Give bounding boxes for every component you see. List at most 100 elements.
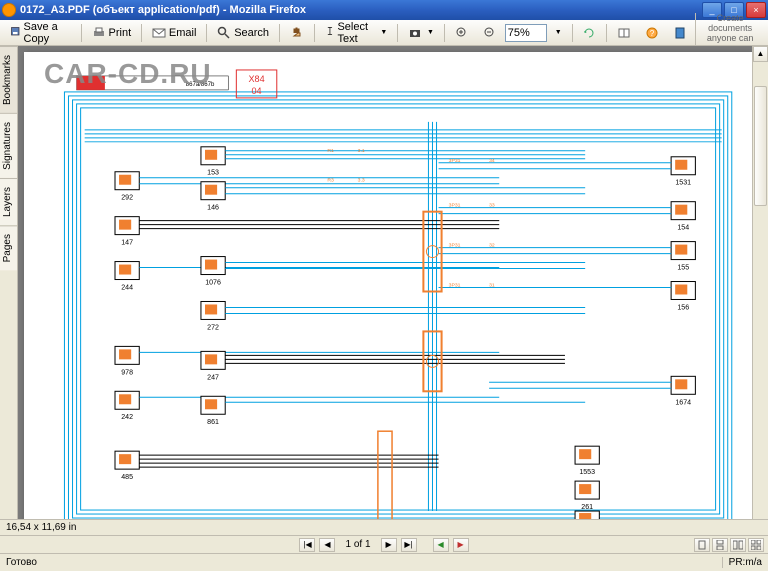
help-button[interactable]: ? (639, 23, 665, 43)
svg-text:156: 156 (677, 304, 689, 311)
dimension-bar: 16,54 x 11,69 in (0, 519, 768, 535)
continuous-facing-view-button[interactable] (748, 538, 764, 552)
scroll-up-button[interactable]: ▲ (753, 46, 768, 62)
snapshot-button[interactable]: ▼ (402, 23, 440, 43)
first-page-button[interactable]: |◀ (299, 538, 315, 552)
pages-tab[interactable]: Pages (0, 225, 17, 270)
single-page-view-button[interactable] (694, 538, 710, 552)
rotate-button[interactable] (576, 23, 602, 43)
email-button[interactable]: Email (146, 23, 203, 43)
main-area: Bookmarks Signatures Layers Pages CAR-CD… (0, 46, 768, 537)
window-title: 0172_A3.PDF (объект application/pdf) - M… (20, 4, 702, 16)
firefox-icon (2, 3, 16, 17)
select-text-button[interactable]: Select Text ▼ (319, 23, 394, 43)
svg-text:3P31: 3P31 (449, 243, 461, 249)
facing-view-button[interactable] (730, 538, 746, 552)
reading-mode-button[interactable] (611, 23, 637, 43)
search-button[interactable]: Search (211, 23, 275, 43)
separator (141, 24, 142, 42)
wiring-diagram: X84 04 867a/867b 153 292 146 147 244 107… (24, 52, 752, 531)
vertical-scrollbar: ▲ ▼ (752, 46, 768, 537)
header-box-line2: 04 (251, 86, 261, 96)
text-cursor-icon (325, 26, 335, 40)
help-icon: ? (645, 26, 659, 40)
hand-tool-button[interactable] (284, 23, 310, 43)
svg-text:146: 146 (207, 205, 219, 212)
prev-page-button[interactable]: ◀ (319, 538, 335, 552)
svg-text:153: 153 (207, 170, 219, 177)
header-box-line1: X84 (248, 74, 264, 84)
signatures-tab[interactable]: Signatures (0, 113, 17, 178)
svg-text:R1: R1 (327, 148, 334, 154)
page-dimensions: 16,54 x 11,69 in (6, 522, 76, 533)
zoom-dropdown-button[interactable]: ▼ (549, 23, 568, 43)
zoom-out-icon (483, 26, 497, 40)
svg-text:34: 34 (489, 158, 495, 164)
note-line1: Create documents (702, 13, 758, 33)
zoom-value-input[interactable] (505, 24, 547, 42)
select-text-label: Select Text (337, 21, 375, 45)
next-page-button[interactable]: ▶ (381, 538, 397, 552)
dropdown-icon: ▼ (555, 29, 562, 36)
side-tabs: Bookmarks Signatures Layers Pages (0, 46, 18, 537)
separator (206, 24, 207, 42)
document-area[interactable]: CAR-CD.RU (18, 46, 768, 537)
svg-text:242: 242 (121, 414, 133, 421)
hand-icon (290, 26, 304, 40)
ebook-button[interactable] (667, 23, 693, 43)
print-icon (92, 26, 106, 40)
separator (314, 24, 315, 42)
zoom-in-icon (455, 26, 469, 40)
svg-text:3.1: 3.1 (358, 148, 365, 154)
last-page-button[interactable]: ▶| (401, 538, 417, 552)
watermark: CAR-CD.RU (44, 58, 212, 90)
dropdown-icon: ▼ (380, 29, 387, 36)
layers-tab[interactable]: Layers (0, 178, 17, 225)
separator (572, 24, 573, 42)
navigation-bar: |◀ ◀ 1 of 1 ▶ ▶| ◀ ▶ (0, 535, 768, 553)
scroll-thumb[interactable] (754, 86, 767, 206)
svg-text:272: 272 (207, 324, 219, 331)
svg-text:33: 33 (489, 203, 495, 209)
separator (397, 24, 398, 42)
svg-text:247: 247 (207, 374, 219, 381)
svg-text:1553: 1553 (579, 469, 595, 476)
camera-icon (408, 26, 422, 40)
svg-text:31: 31 (489, 283, 495, 289)
zoom-out-button[interactable] (477, 23, 503, 43)
svg-text:3.3: 3.3 (358, 178, 365, 184)
zoom-in-button[interactable] (449, 23, 475, 43)
email-icon (152, 26, 166, 40)
save-copy-button[interactable]: Save a Copy (4, 23, 77, 43)
book-icon (617, 26, 631, 40)
svg-text:3P31: 3P31 (449, 203, 461, 209)
status-text: Готово (6, 557, 37, 568)
svg-text:292: 292 (121, 195, 133, 202)
svg-text:244: 244 (121, 285, 133, 292)
bookmarks-tab[interactable]: Bookmarks (0, 46, 17, 113)
pdf-toolbar: Save a Copy Print Email Search Select Te… (0, 20, 768, 46)
svg-text:1076: 1076 (205, 280, 221, 287)
svg-text:3P31: 3P31 (449, 158, 461, 164)
svg-text:978: 978 (121, 369, 133, 376)
svg-text:?: ? (650, 29, 655, 38)
svg-text:155: 155 (677, 265, 689, 272)
ebook-icon (673, 26, 687, 40)
status-right: PR:m/a (722, 557, 762, 568)
search-label: Search (234, 27, 269, 39)
save-icon (10, 26, 21, 40)
svg-text:261: 261 (581, 504, 593, 511)
print-button[interactable]: Print (86, 23, 138, 43)
continuous-view-button[interactable] (712, 538, 728, 552)
svg-text:154: 154 (677, 225, 689, 232)
separator (444, 24, 445, 42)
search-icon (217, 26, 231, 40)
back-view-button[interactable]: ◀ (433, 538, 449, 552)
svg-text:3P31: 3P31 (449, 283, 461, 289)
document-page: CAR-CD.RU (24, 52, 752, 531)
forward-view-button[interactable]: ▶ (453, 538, 469, 552)
view-mode-buttons (694, 538, 764, 552)
svg-text:485: 485 (121, 474, 133, 481)
svg-text:1674: 1674 (675, 399, 691, 406)
email-label: Email (169, 27, 197, 39)
